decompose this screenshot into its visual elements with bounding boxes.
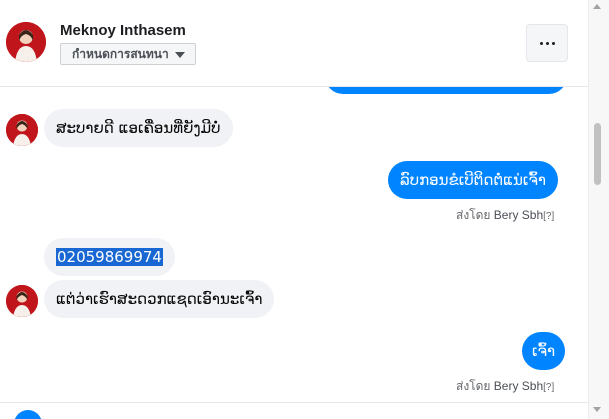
scroll-up-arrow-icon[interactable] [593,4,601,9]
messenger-conversation-window: Meknoy Inthasem กำหนดการสนทนา ສະບາຍດີ ແອ… [0,0,609,419]
sent-by-prefix: ส่งโดย [456,379,491,393]
message-text: ລົບກອນຂໍເບີຕິດຕໍ່ແນ່ເຈົ້າ [400,171,546,189]
contact-avatar[interactable] [6,22,46,62]
message-text: ສະບາຍດີ ແອເຄື່ອນທີ່ຍັງມີບໍ່ [56,119,221,137]
more-options-button[interactable] [526,24,568,62]
scrollbar-thumb[interactable] [594,123,601,185]
sender-info-marker[interactable]: [?] [543,211,554,222]
sender-name-link[interactable]: Bery Sbh [494,208,543,222]
partial-outgoing-message [325,87,567,94]
incoming-message[interactable]: ສະບາຍດີ ແອເຄື່ອນທີ່ຍັງມີບໍ່ [44,109,233,147]
scroll-down-arrow-icon[interactable] [593,407,601,412]
contact-avatar-small[interactable] [6,114,38,146]
message-thread[interactable]: ສະບາຍດີ ແອເຄື່ອນທີ່ຍັງມີບໍ່ ລົບກອນຂໍເບີຕ… [0,87,588,419]
contact-name[interactable]: Meknoy Inthasem [60,22,186,39]
caret-down-icon [174,51,185,58]
add-attachment-icon[interactable] [14,410,42,419]
message-text: ເຈົ້າ [532,342,556,360]
outgoing-message[interactable]: ລົບກອນຂໍເບີຕິດຕໍ່ແນ່ເຈົ້າ [388,161,558,199]
more-options-icon [539,41,555,45]
sent-by-label: ส่งโดย Bery Sbh[?] [456,206,554,225]
contact-avatar-small[interactable] [6,285,38,317]
conversation-header: Meknoy Inthasem กำหนดการสนทนา [0,0,588,86]
sender-name-link[interactable]: Bery Sbh [494,379,543,393]
outgoing-message[interactable]: ເຈົ້າ [522,332,566,370]
sent-by-prefix: ส่งโดย [456,208,491,222]
sent-by-label: ส่งโดย Bery Sbh[?] [456,377,554,396]
incoming-message[interactable]: 02059869974 [44,238,175,276]
message-text: ແຕ່ວ່າເຮົາສະດວກແຊດເອົານະເຈົ້າ [56,290,263,308]
selected-phone-number[interactable]: 02059869974 [56,248,163,266]
thread-scrollbar[interactable] [588,0,609,419]
message-composer[interactable] [0,402,588,419]
sender-info-marker[interactable]: [?] [543,382,554,393]
conversation-settings-dropdown[interactable]: กำหนดการสนทนา [60,43,196,65]
conversation-settings-label: กำหนดการสนทนา [72,46,169,61]
incoming-message[interactable]: ແຕ່ວ່າເຮົາສະດວກແຊດເອົານະເຈົ້າ [44,280,275,318]
